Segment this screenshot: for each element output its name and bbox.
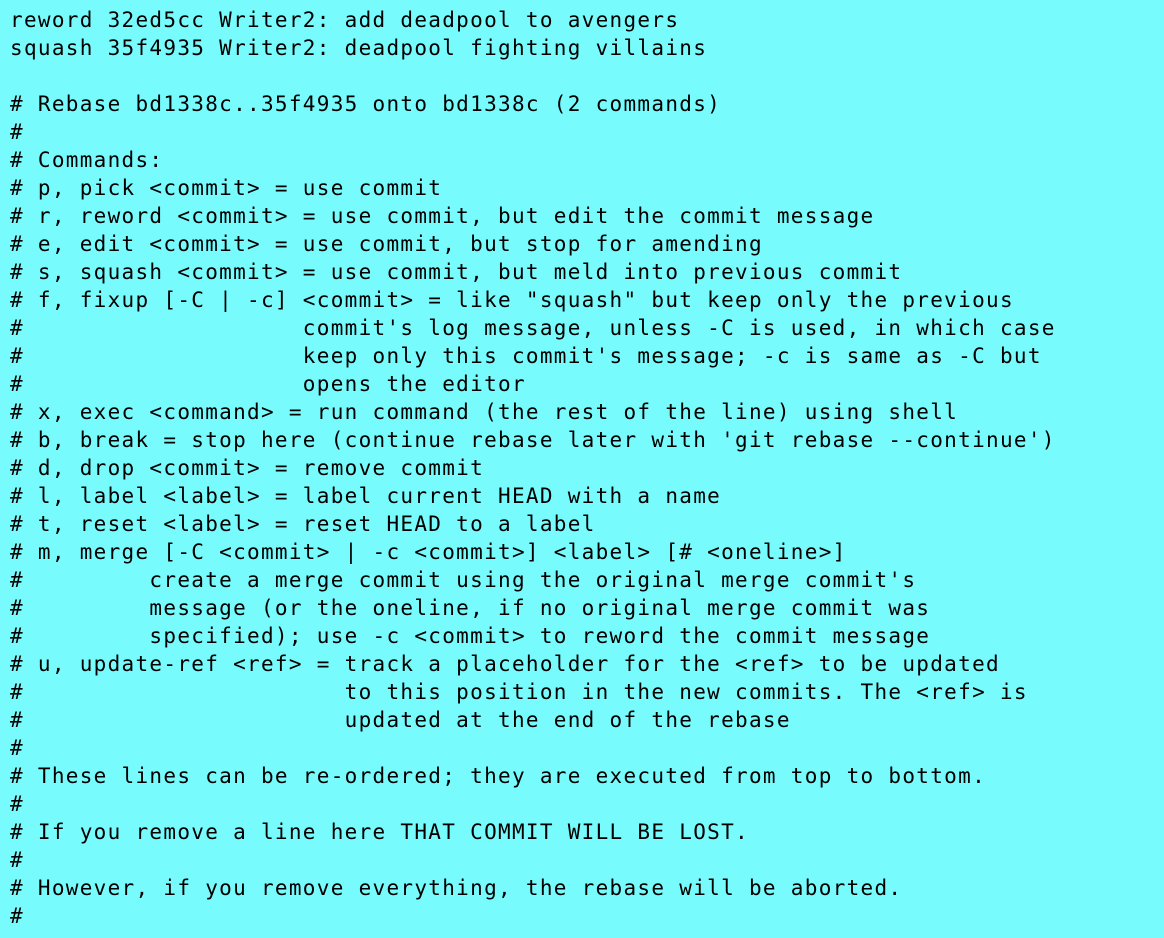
- comment-command-exec[interactable]: # x, exec <command> = run command (the r…: [10, 398, 1056, 426]
- comment-command-reword[interactable]: # r, reword <commit> = use commit, but e…: [10, 202, 1056, 230]
- todo-line-squash[interactable]: squash 35f4935 Writer2: deadpool fightin…: [10, 34, 1056, 62]
- comment-command-drop[interactable]: # d, drop <commit> = remove commit: [10, 454, 1056, 482]
- comment-command-fixup[interactable]: # f, fixup [-C | -c] <commit> = like "sq…: [10, 286, 1056, 314]
- comment-command-squash[interactable]: # s, squash <commit> = use commit, but m…: [10, 258, 1056, 286]
- comment-command-pick[interactable]: # p, pick <commit> = use commit: [10, 174, 1056, 202]
- comment-command-edit[interactable]: # e, edit <commit> = use commit, but sto…: [10, 230, 1056, 258]
- comment-line[interactable]: #: [10, 790, 1056, 818]
- rebase-todo-buffer[interactable]: reword 32ed5cc Writer2: add deadpool to …: [10, 6, 1056, 930]
- blank-line[interactable]: [10, 62, 1056, 90]
- comment-line[interactable]: #: [10, 734, 1056, 762]
- comment-command-update-ref[interactable]: # u, update-ref <ref> = track a placehol…: [10, 650, 1056, 678]
- comment-rebase-summary[interactable]: # Rebase bd1338c..35f4935 onto bd1338c (…: [10, 90, 1056, 118]
- comment-reorder-note[interactable]: # These lines can be re-ordered; they ar…: [10, 762, 1056, 790]
- comment-command-update-ref-cont[interactable]: # to this position in the new commits. T…: [10, 678, 1056, 706]
- comment-command-merge[interactable]: # m, merge [-C <commit> | -c <commit>] <…: [10, 538, 1056, 566]
- comment-abort-note[interactable]: # However, if you remove everything, the…: [10, 874, 1056, 902]
- comment-command-fixup-cont[interactable]: # commit's log message, unless -C is use…: [10, 314, 1056, 342]
- comment-lost-warning[interactable]: # If you remove a line here THAT COMMIT …: [10, 818, 1056, 846]
- comment-line[interactable]: #: [10, 118, 1056, 146]
- comment-command-merge-cont[interactable]: # create a merge commit using the origin…: [10, 566, 1056, 594]
- comment-command-fixup-cont[interactable]: # opens the editor: [10, 370, 1056, 398]
- comment-command-break[interactable]: # b, break = stop here (continue rebase …: [10, 426, 1056, 454]
- comment-command-update-ref-cont[interactable]: # updated at the end of the rebase: [10, 706, 1056, 734]
- comment-command-merge-cont[interactable]: # message (or the oneline, if no origina…: [10, 594, 1056, 622]
- comment-command-reset[interactable]: # t, reset <label> = reset HEAD to a lab…: [10, 510, 1056, 538]
- comment-commands-heading[interactable]: # Commands:: [10, 146, 1056, 174]
- comment-command-merge-cont[interactable]: # specified); use -c <commit> to reword …: [10, 622, 1056, 650]
- terminal-editor-window[interactable]: reword 32ed5cc Writer2: add deadpool to …: [0, 0, 1164, 938]
- todo-line-reword[interactable]: reword 32ed5cc Writer2: add deadpool to …: [10, 6, 1056, 34]
- comment-line[interactable]: #: [10, 846, 1056, 874]
- comment-command-fixup-cont[interactable]: # keep only this commit's message; -c is…: [10, 342, 1056, 370]
- comment-line[interactable]: #: [10, 902, 1056, 930]
- comment-command-label[interactable]: # l, label <label> = label current HEAD …: [10, 482, 1056, 510]
